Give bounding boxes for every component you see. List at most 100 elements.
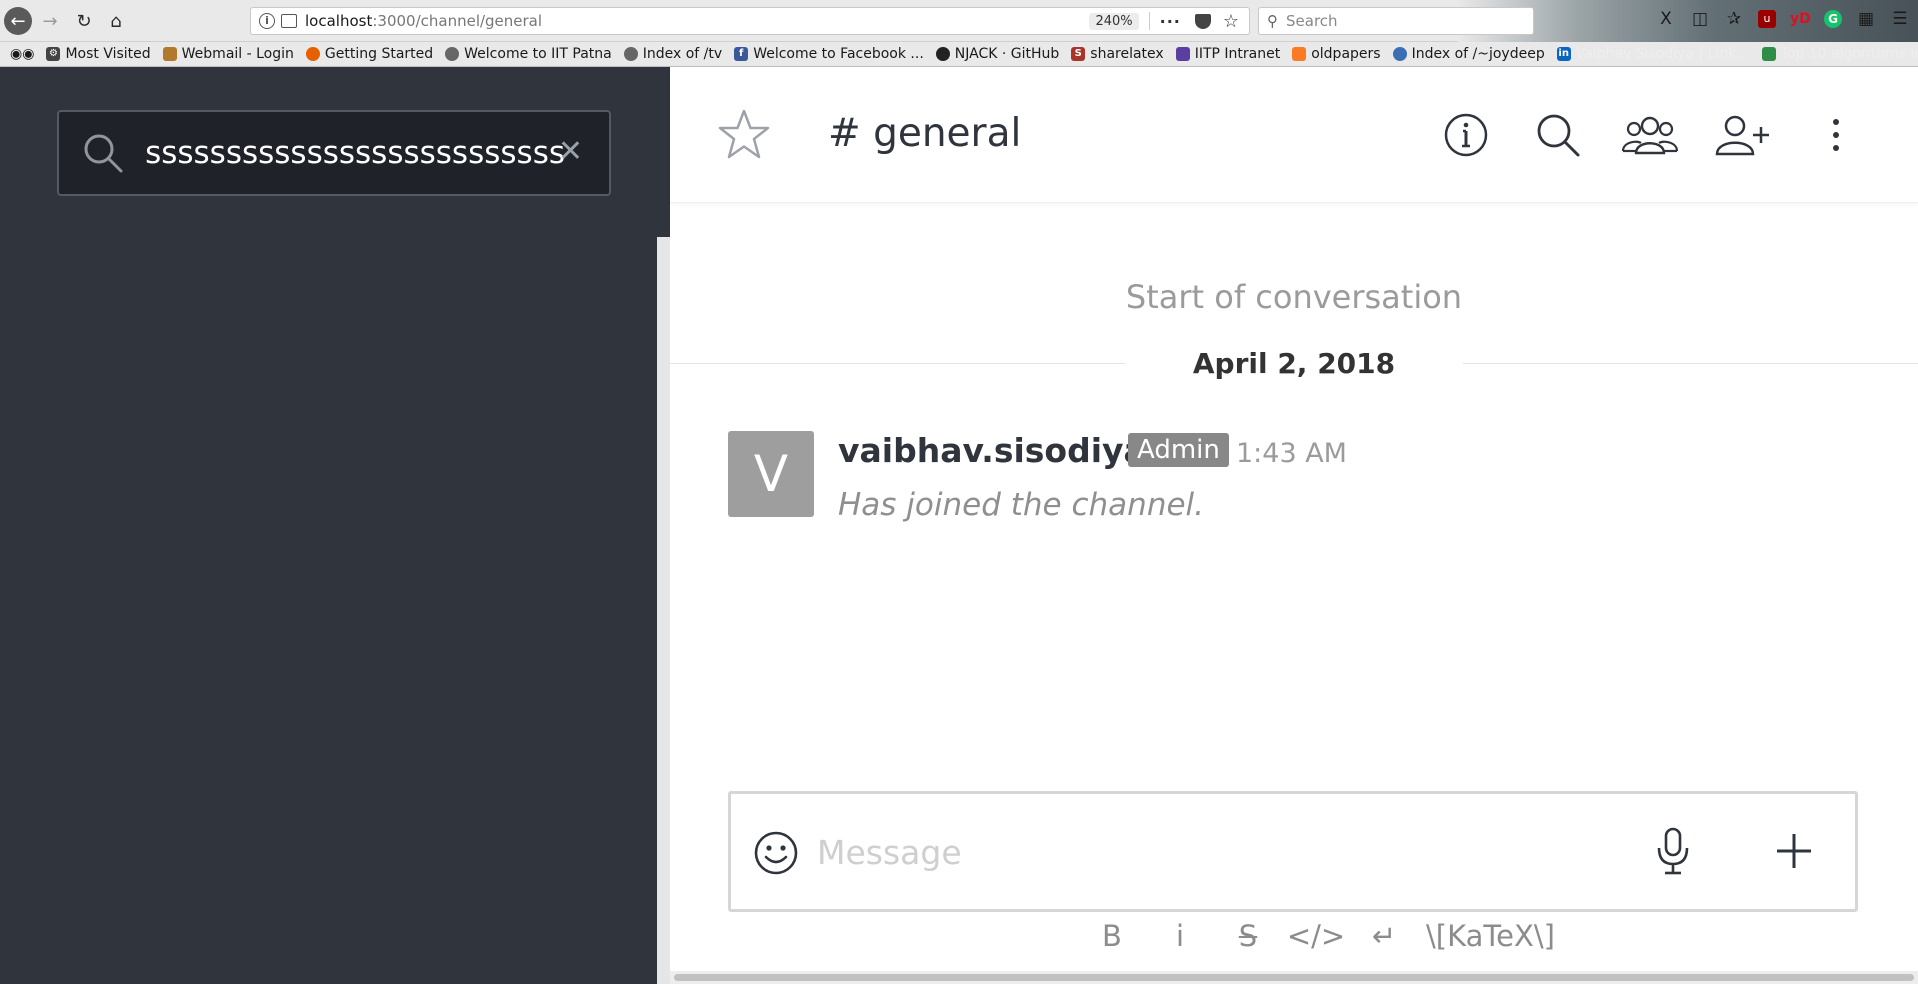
bookmark-label: sharelatex xyxy=(1090,46,1164,62)
reader-glasses-icon[interactable]: ◉◉ xyxy=(10,46,34,62)
ublock-icon[interactable]: u xyxy=(1758,10,1776,28)
bookmark-item[interactable]: Welcome to IIT Patna xyxy=(445,46,612,62)
toolbar-extensions: Ⅹ ◫ ✰ u yD G ▦ ☰ xyxy=(1656,9,1910,29)
message-input[interactable] xyxy=(817,820,1617,884)
sidebar-toggle-icon[interactable]: ◫ xyxy=(1690,9,1710,29)
bookmark-item[interactable]: f Welcome to Facebook ... xyxy=(734,46,924,62)
facebook-icon: f xyxy=(734,47,749,61)
sharelatex-icon: S xyxy=(1071,47,1086,61)
bookmark-item[interactable]: oldpapers xyxy=(1292,46,1381,62)
bookmark-item[interactable]: Top 10 algorithms in Int... xyxy=(1761,46,1918,62)
bookmark-label: Index of /~joydeep xyxy=(1411,46,1545,62)
bookmark-label: IITP Intranet xyxy=(1194,46,1281,62)
strikethrough-button[interactable]: S xyxy=(1214,919,1282,953)
day-divider-date: April 2, 2018 xyxy=(1125,347,1463,380)
bookmark-label: NJACK · GitHub xyxy=(954,46,1060,62)
search-icon xyxy=(84,134,123,173)
bold-button[interactable]: B xyxy=(1078,919,1146,953)
bookmark-label: oldpapers xyxy=(1311,46,1381,62)
url-path: :3000/channel/general xyxy=(372,12,543,30)
avatar[interactable]: V xyxy=(728,431,814,517)
bookmark-label: Getting Started xyxy=(324,46,434,62)
italic-button[interactable]: i xyxy=(1146,919,1214,953)
katex-button[interactable]: \[KaTeX\] xyxy=(1426,919,1555,953)
globe-icon xyxy=(445,47,460,61)
back-button[interactable]: ← xyxy=(4,7,32,35)
sidebar-search-input[interactable]: ssssssssssssssssssssssssssss xyxy=(145,135,565,171)
add-user-icon[interactable] xyxy=(1712,111,1772,159)
bookmark-item[interactable]: Webmail - Login xyxy=(162,46,294,62)
qr-icon[interactable]: ▦ xyxy=(1856,9,1876,29)
close-icon[interactable]: ✕ xyxy=(558,134,583,169)
sidebar: ssssssssssssssssssssssssssss ✕ xyxy=(0,67,670,984)
gfg-icon xyxy=(1761,47,1776,61)
bookmark-label: Top 10 algorithms in Int... xyxy=(1780,46,1918,62)
kebab-menu-icon[interactable] xyxy=(1810,111,1862,159)
bookmark-item[interactable]: Ssharelatex xyxy=(1071,46,1164,62)
bookmark-label: Index of /tv xyxy=(642,46,723,62)
gear-icon: ⚙ xyxy=(46,47,61,61)
library-icon[interactable]: Ⅹ xyxy=(1656,9,1676,29)
scrollbar-thumb[interactable] xyxy=(674,974,1914,981)
grammarly-icon[interactable]: G xyxy=(1824,10,1842,28)
scrollbar-track[interactable] xyxy=(657,237,670,984)
plus-icon[interactable] xyxy=(1771,828,1817,874)
iitp-icon xyxy=(1175,47,1190,61)
bookmark-item[interactable]: Getting Started xyxy=(305,46,434,62)
bookmark-label: Webmail - Login xyxy=(181,46,294,62)
bookmark-item[interactable]: Index of /~joydeep xyxy=(1392,46,1545,62)
enter-icon[interactable]: ↵ xyxy=(1350,919,1418,953)
members-icon[interactable] xyxy=(1620,111,1680,159)
bookmarks-bar: ◉◉ ⚙ Most Visited Webmail - Login Getting… xyxy=(0,42,1918,67)
browser-toolbar: ← → ↻ ⌂ i localhost:3000/channel/general… xyxy=(0,0,1918,67)
message-time: 1:43 AM xyxy=(1236,438,1347,469)
xampp-icon xyxy=(1292,47,1307,61)
url-host: localhost xyxy=(305,12,373,30)
reload-button[interactable]: ↻ xyxy=(70,7,98,35)
urlbar-separator xyxy=(1148,12,1150,30)
message-body: Has joined the channel. xyxy=(838,487,1205,523)
firefox-icon xyxy=(305,47,320,61)
bookmark-item[interactable]: IITP Intranet xyxy=(1175,46,1281,62)
extension-icon[interactable]: ✰ xyxy=(1724,9,1744,29)
emoji-icon[interactable] xyxy=(753,830,799,876)
horizontal-scrollbar[interactable] xyxy=(670,971,1918,984)
bookmark-label: Most Visited xyxy=(65,46,151,62)
bookmark-item[interactable]: in Vaibhav Sisodiya | Link... xyxy=(1556,46,1750,62)
permissions-icon[interactable] xyxy=(281,14,297,28)
channel-header: # general xyxy=(670,67,1918,203)
browser-search-placeholder: Search xyxy=(1286,12,1338,30)
search-icon: ⚲ xyxy=(1267,12,1278,30)
bookmark-star-icon[interactable]: ☆ xyxy=(1223,11,1239,32)
linkedin-icon: in xyxy=(1556,47,1571,61)
info-icon[interactable] xyxy=(1440,111,1492,159)
favorite-star-icon[interactable] xyxy=(716,107,772,163)
site-info-icon[interactable]: i xyxy=(259,13,275,29)
main-panel: # general Start of conversation April 2,… xyxy=(670,67,1918,984)
sidebar-search-box[interactable]: ssssssssssssssssssssssssssss ✕ xyxy=(57,110,611,196)
home-button[interactable]: ⌂ xyxy=(102,7,130,35)
url-bar[interactable]: i localhost:3000/channel/general 240% ··… xyxy=(250,7,1250,35)
channel-title: # general xyxy=(828,111,1022,156)
page-actions-icon[interactable]: ··· xyxy=(1160,12,1181,31)
bookmark-label: Welcome to Facebook ... xyxy=(753,46,924,62)
search-icon[interactable] xyxy=(1532,111,1584,159)
bookmark-label: Vaibhav Sisodiya | Link... xyxy=(1575,46,1750,62)
browser-search-bar[interactable]: ⚲ Search xyxy=(1258,7,1534,35)
yandex-icon[interactable]: yD xyxy=(1790,11,1811,27)
webmail-icon xyxy=(162,47,177,61)
zoom-level[interactable]: 240% xyxy=(1089,12,1139,30)
message-username[interactable]: vaibhav.sisodiya xyxy=(838,431,1146,470)
start-of-conversation: Start of conversation xyxy=(1125,278,1463,316)
menu-icon[interactable]: ☰ xyxy=(1890,9,1910,29)
code-button[interactable]: </> xyxy=(1282,919,1350,953)
pocket-icon[interactable] xyxy=(1194,13,1211,29)
role-badge: Admin xyxy=(1128,433,1229,467)
globe-icon xyxy=(1392,47,1407,61)
bookmark-item[interactable]: ⚙ Most Visited xyxy=(46,46,151,62)
bookmark-item[interactable]: Index of /tv xyxy=(623,46,723,62)
message-composer xyxy=(728,791,1858,912)
bookmark-item[interactable]: NJACK · GitHub xyxy=(935,46,1060,62)
forward-button[interactable]: → xyxy=(36,7,64,35)
microphone-icon[interactable] xyxy=(1653,826,1693,876)
